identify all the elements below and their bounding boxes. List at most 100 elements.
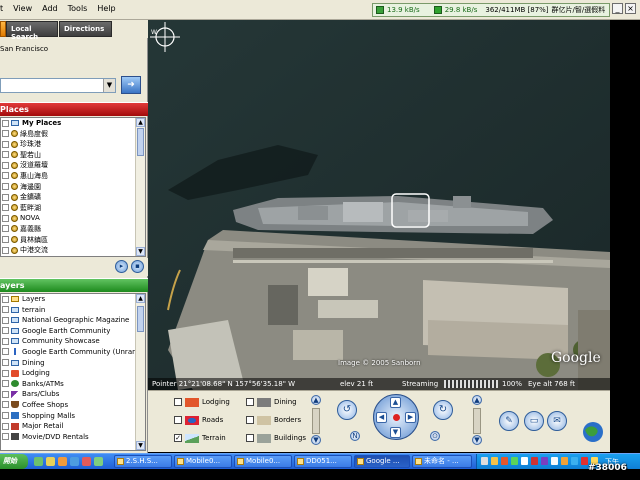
tray-icon[interactable] [531,457,538,465]
checkbox[interactable] [2,348,9,356]
list-item[interactable]: 綠島度假 [1,129,145,140]
checkbox[interactable] [2,295,9,303]
checkbox[interactable] [2,337,9,345]
list-item[interactable]: Coffee Shops [1,400,145,411]
tray-icon[interactable] [521,457,528,465]
checkbox[interactable] [2,204,9,212]
menu-item-view[interactable]: View [13,4,32,13]
list-item[interactable]: Movie/DVD Rentals [1,432,145,443]
taskbar-button[interactable]: 2.S.H.S... [114,455,172,468]
list-item[interactable]: 惠山海島 [1,171,145,182]
pan-left-button[interactable]: ◀ [376,412,387,423]
list-item[interactable]: Dining [1,358,145,369]
list-item[interactable]: Shopping Malls [1,411,145,422]
list-item[interactable]: NOVA [1,213,145,224]
lodging-checkbox[interactable] [174,398,182,406]
pan-control[interactable]: ▲ ▼ ◀ ▶ [373,394,419,440]
list-item[interactable]: 珍珠港 [1,139,145,150]
pan-right-button[interactable]: ▶ [405,412,416,423]
quicklaunch-icon[interactable] [46,457,55,466]
menu-item-help[interactable]: Help [97,4,115,13]
pan-down-button[interactable]: ▼ [390,427,401,438]
tilt-slider[interactable] [312,408,320,434]
zoom-out-button[interactable]: ▼ [472,435,482,445]
checkbox[interactable] [2,161,9,169]
quicklaunch-icon[interactable] [94,457,103,466]
tray-icon[interactable] [551,457,558,465]
quicklaunch-icon[interactable] [82,457,91,466]
checkbox[interactable] [2,119,9,127]
layer-option-terrain[interactable]: ✓ Terrain [174,432,226,444]
layer-option-lodging[interactable]: Lodging [174,396,230,408]
layer-option-dining[interactable]: Dining [246,396,297,408]
start-button[interactable]: 開始 [0,454,28,469]
buildings-checkbox[interactable] [246,434,254,442]
list-item[interactable]: terrain [1,305,145,316]
list-item[interactable]: 嘉義縣 [1,224,145,235]
search-input[interactable]: ▼ [0,78,116,93]
email-button[interactable]: ✉ [547,411,567,431]
taskbar-button[interactable]: DD051... [294,455,352,468]
scroll-thumb[interactable] [137,128,144,156]
taskbar-button[interactable]: Mobile0... [174,455,232,468]
layer-option-roads[interactable]: Roads [174,414,223,426]
checkbox[interactable] [2,225,9,233]
tab-local-search[interactable]: Local Search [6,21,58,41]
roads-checkbox[interactable] [174,416,182,424]
checkbox[interactable] [2,183,9,191]
list-item[interactable]: 金鑛礦 [1,192,145,203]
reset-north-button[interactable]: N [350,431,360,441]
layer-option-borders[interactable]: Borders [246,414,301,426]
chevron-down-icon[interactable]: ▼ [103,79,115,92]
layers-header[interactable]: ayers [0,278,148,292]
layers-scrollbar[interactable]: ▲ ▼ [135,294,145,450]
tilt-up-button[interactable]: ▲ [311,395,321,405]
checkbox[interactable] [2,316,9,324]
print-button[interactable]: ▭ [524,411,544,431]
checkbox[interactable] [2,193,9,201]
pan-up-button[interactable]: ▲ [390,397,401,408]
list-item[interactable]: 藍畔湖 [1,203,145,214]
search-go-button[interactable]: ➜ [121,76,141,94]
list-item[interactable]: 中港交流 [1,245,145,256]
scroll-up-arrow-icon[interactable]: ▲ [136,294,145,303]
list-item[interactable]: 員林鎮區 [1,235,145,246]
scroll-down-arrow-icon[interactable]: ▼ [136,441,145,450]
tray-icon[interactable] [481,457,488,465]
tray-icon[interactable] [571,457,578,465]
close-button[interactable]: × [625,3,636,14]
draw-button[interactable]: ✎ [499,411,519,431]
dining-checkbox[interactable] [246,398,254,406]
checkbox[interactable] [2,433,9,441]
tray-icon[interactable] [581,457,588,465]
zoom-in-button[interactable]: ▲ [472,395,482,405]
tilt-down-button[interactable]: ▼ [311,435,321,445]
list-item[interactable]: Banks/ATMs [1,379,145,390]
checkbox[interactable] [2,172,9,180]
search-places-button[interactable]: ▸ [115,260,128,273]
list-item[interactable]: 海邊園 [1,182,145,193]
zoom-slider[interactable] [473,408,481,434]
menu-item-add[interactable]: Add [42,4,58,13]
scroll-down-arrow-icon[interactable]: ▼ [136,247,145,256]
checkbox[interactable] [2,214,9,222]
scroll-thumb[interactable] [137,306,144,332]
tray-icon[interactable] [541,457,548,465]
compass-icon[interactable]: W [148,20,182,54]
checkbox[interactable] [2,130,9,138]
places-header[interactable]: Places [0,102,148,116]
quicklaunch-icon[interactable] [70,457,79,466]
checkbox[interactable] [2,327,9,335]
checkbox[interactable] [2,236,9,244]
places-scrollbar[interactable]: ▲ ▼ [135,118,145,256]
checkbox[interactable] [2,412,9,420]
quicklaunch-icon[interactable] [58,457,67,466]
list-item[interactable]: Major Retail [1,421,145,432]
tray-icon[interactable] [561,457,568,465]
terrain-checkbox[interactable]: ✓ [174,434,182,442]
layers-root[interactable]: Layers [1,294,145,305]
checkbox[interactable] [2,246,9,254]
tilt-reset-button[interactable]: ⊙ [430,431,440,441]
checkbox[interactable] [2,401,9,409]
taskbar-button[interactable]: 未命名 - ... [412,455,472,468]
